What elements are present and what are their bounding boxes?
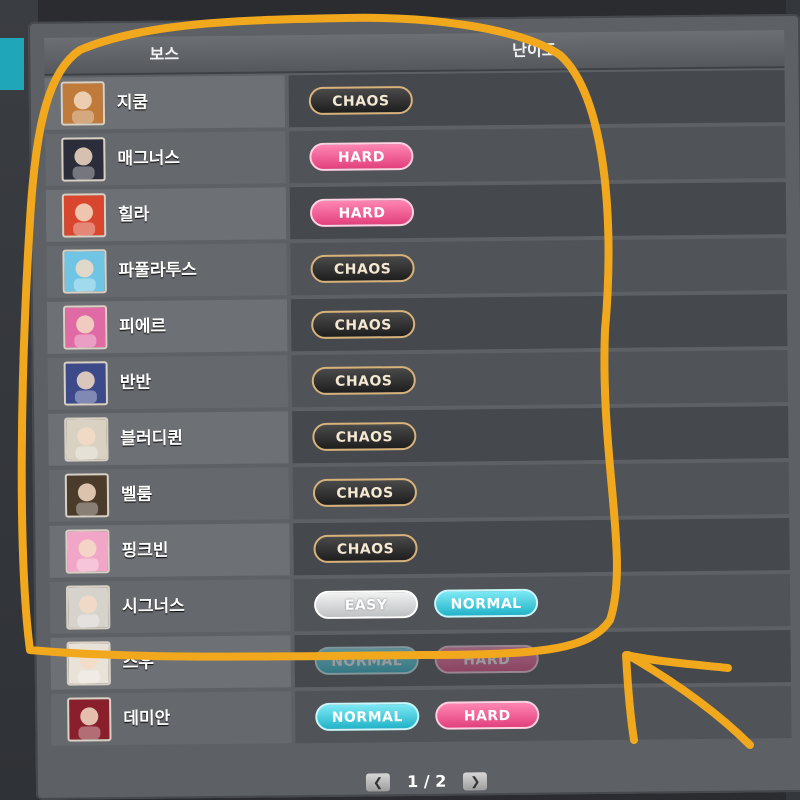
difficulty-cell: CHAOS xyxy=(293,518,790,576)
boss-name: 파풀라투스 xyxy=(118,260,197,282)
difficulty-badge-hard[interactable]: HARD xyxy=(435,700,540,730)
chevron-right-icon[interactable]: ❯ xyxy=(463,772,488,791)
difficulty-cell: NORMAL HARD xyxy=(295,686,792,744)
boss-name: 데미안 xyxy=(123,708,171,730)
boss-row[interactable]: 핑크빈 CHAOS xyxy=(49,518,790,578)
difficulty-badge-normal[interactable]: NORMAL xyxy=(315,701,420,732)
boss-name-cell: 블러디퀸 xyxy=(48,411,289,466)
boss-row[interactable]: 스우 NORMAL HARD xyxy=(50,630,791,690)
header-difficulty: 난이도 xyxy=(512,40,557,60)
boss-name: 블러디퀸 xyxy=(120,428,184,450)
boss-difficulty-panel: 보스 난이도 지쿰 CHAOS 매그너스 HARD 힐라 HARD 파풀라투스 CHAOS 피에… xyxy=(28,13,800,800)
chevron-left-icon[interactable]: ❮ xyxy=(365,773,391,792)
boss-name-cell: 파풀라투스 xyxy=(46,243,287,298)
difficulty-badge-chaos[interactable]: CHAOS xyxy=(313,533,418,564)
difficulty-cell: CHAOS xyxy=(292,462,790,520)
bloody-queen-avatar-icon xyxy=(64,417,109,462)
boss-row[interactable]: 피에르 CHAOS xyxy=(46,294,788,354)
boss-row[interactable]: 시그너스 EASY NORMAL xyxy=(49,574,791,634)
boss-name-cell: 데미안 xyxy=(51,691,292,746)
difficulty-badge-normal[interactable]: NORMAL xyxy=(433,588,539,618)
difficulty-cell: HARD xyxy=(289,126,786,184)
lotus-avatar-icon xyxy=(66,641,111,686)
page-indicator: 1 / 2 xyxy=(406,771,447,792)
boss-name-cell: 힐라 xyxy=(45,187,287,242)
boss-name-cell: 핑크빈 xyxy=(49,523,290,578)
magnus-avatar-icon xyxy=(61,137,106,182)
boss-name: 매그너스 xyxy=(117,148,181,170)
pagination: ❮ 1 / 2 ❯ xyxy=(365,769,488,794)
boss-name: 시그너스 xyxy=(122,596,185,618)
boss-row[interactable]: 매그너스 HARD xyxy=(45,126,786,186)
difficulty-badge-normal[interactable]: NORMAL xyxy=(314,645,419,676)
table-header: 보스 난이도 xyxy=(44,30,785,76)
damien-avatar-icon xyxy=(67,697,112,742)
background-accent xyxy=(0,38,24,90)
boss-row[interactable]: 데미안 NORMAL HARD xyxy=(51,686,792,746)
boss-name-cell: 매그너스 xyxy=(45,131,286,186)
boss-name: 반반 xyxy=(119,372,152,394)
boss-list: 지쿰 CHAOS 매그너스 HARD 힐라 HARD 파풀라투스 CHAOS 피에르 CHAOS 반… xyxy=(44,70,792,750)
difficulty-cell: NORMAL HARD xyxy=(294,630,791,688)
difficulty-badge-chaos[interactable]: CHAOS xyxy=(311,309,416,340)
difficulty-cell: EASY NORMAL xyxy=(293,574,791,632)
boss-name: 핑크빈 xyxy=(121,540,169,562)
boss-name: 힐라 xyxy=(117,204,150,226)
difficulty-cell: HARD xyxy=(289,182,787,240)
difficulty-cell: CHAOS xyxy=(291,350,789,408)
difficulty-cell: CHAOS xyxy=(292,406,789,464)
boss-row[interactable]: 반반 CHAOS xyxy=(47,350,789,410)
pink-bean-avatar-icon xyxy=(65,529,110,574)
papulatus-avatar-icon xyxy=(62,249,107,294)
boss-name-cell: 반반 xyxy=(47,355,289,410)
boss-name: 피에르 xyxy=(119,316,167,338)
boss-name-cell: 지쿰 xyxy=(44,75,286,130)
difficulty-cell: CHAOS xyxy=(288,70,786,128)
difficulty-badge-hard[interactable]: HARD xyxy=(309,141,414,172)
header-boss: 보스 xyxy=(149,44,180,64)
difficulty-badge-chaos[interactable]: CHAOS xyxy=(312,421,417,452)
difficulty-cell: CHAOS xyxy=(290,294,788,352)
boss-name-cell: 피에르 xyxy=(46,299,288,354)
difficulty-badge-chaos[interactable]: CHAOS xyxy=(312,477,418,508)
difficulty-badge-hard[interactable]: HARD xyxy=(309,197,415,228)
difficulty-badge-hard[interactable]: HARD xyxy=(434,644,539,674)
pierre-avatar-icon xyxy=(62,305,108,350)
cygnus-avatar-icon xyxy=(65,585,111,630)
boss-name: 지쿰 xyxy=(116,92,149,114)
vonbon-avatar-icon xyxy=(63,361,109,406)
difficulty-badge-easy[interactable]: EASY xyxy=(313,589,419,620)
boss-row[interactable]: 힐라 HARD xyxy=(45,182,787,242)
vellum-avatar-icon xyxy=(64,473,110,518)
boss-name: 스우 xyxy=(122,652,155,674)
boss-name-cell: 시그너스 xyxy=(49,579,291,634)
boss-row[interactable]: 파풀라투스 CHAOS xyxy=(46,238,787,298)
boss-name: 벨룸 xyxy=(120,484,153,506)
boss-name-cell: 스우 xyxy=(50,635,291,690)
difficulty-badge-chaos[interactable]: CHAOS xyxy=(308,85,413,116)
boss-row[interactable]: 블러디퀸 CHAOS xyxy=(48,406,789,466)
boss-row[interactable]: 지쿰 CHAOS xyxy=(44,70,786,130)
boss-name-cell: 벨룸 xyxy=(48,467,290,522)
difficulty-badge-chaos[interactable]: CHAOS xyxy=(311,365,416,396)
zakum-avatar-icon xyxy=(60,81,106,126)
difficulty-badge-chaos[interactable]: CHAOS xyxy=(310,253,415,284)
boss-row[interactable]: 벨룸 CHAOS xyxy=(48,462,790,522)
difficulty-cell: CHAOS xyxy=(290,238,787,296)
hilla-avatar-icon xyxy=(61,193,107,238)
